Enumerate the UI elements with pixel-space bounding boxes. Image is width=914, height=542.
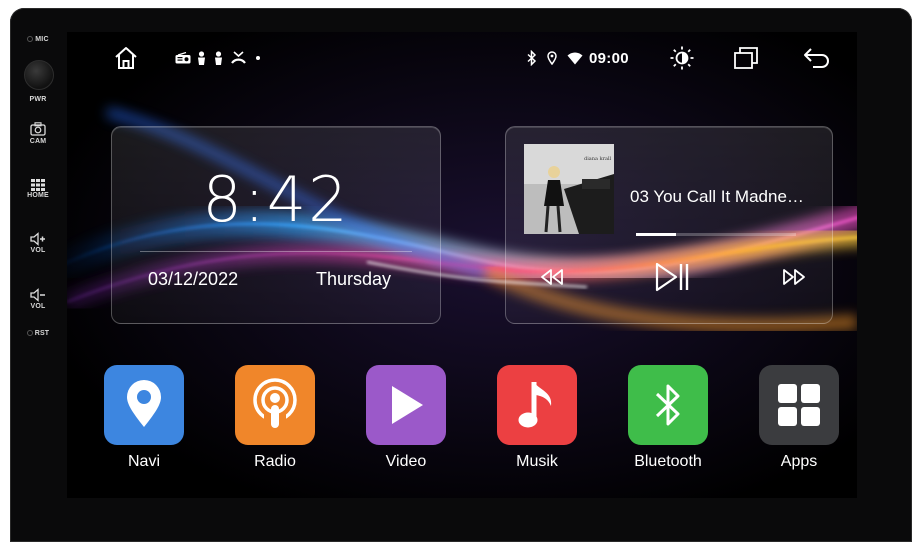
previous-track-button[interactable] [534,259,570,295]
play-pause-icon [655,262,689,292]
play-pause-button[interactable] [652,259,692,295]
fast-forward-icon [783,269,805,285]
location-icon [547,51,557,65]
notification-icons [175,32,260,84]
recent-apps-icon [734,47,758,69]
clock-date: 03/12/2022 [148,269,239,289]
app-apps-tile [759,365,839,445]
wifi-icon [567,52,583,64]
hardware-button-strip: MIC PWR CAM HOME VOL VOL RST [10,8,66,542]
reset-hole-icon [26,330,33,337]
playback-progress-bar[interactable] [636,233,796,236]
back-button[interactable] [803,32,831,84]
home-icon [115,47,137,69]
grid-icon [31,179,45,191]
album-title-lettering: diana krall [584,156,612,162]
rst-label[interactable]: RST [10,330,66,337]
bluetooth-icon [655,384,680,426]
app-navi-label: Navi [127,453,160,470]
recent-apps-button[interactable] [733,32,759,84]
grid-icon [778,384,820,426]
vol-up-label: VOL [30,247,46,254]
clock-weekday: Thursday [316,269,392,289]
app-bluetooth[interactable]: Bluetooth [628,365,708,471]
radio-icon [175,52,191,64]
clock-divider [140,251,412,252]
cam-label: CAM [29,138,47,145]
location-pin-icon [127,380,161,427]
touch-screen: 09:00 8:42 03/12/2022 Thursday diana kra… [67,32,857,498]
app-apps-label: Apps [780,453,818,470]
app-radio-tile [235,365,315,445]
clock-widget[interactable]: 8:42 03/12/2022 Thursday [111,126,441,324]
bluetooth-icon [527,50,537,66]
music-note-icon [518,382,552,428]
power-knob[interactable] [24,60,54,90]
app-video[interactable]: Video [366,365,446,471]
app-radio[interactable]: Radio [235,365,315,471]
app-navi[interactable]: Navi [104,365,184,471]
podcast-icon [253,378,297,428]
status-time: 09:00 [589,49,629,67]
album-art[interactable]: diana krall [524,144,614,234]
mic-label: MIC [10,36,66,43]
rewind-icon [541,269,563,285]
connectivity-icons: 09:00 [527,32,629,84]
play-icon [392,386,423,424]
vol-down-label: VOL [30,303,46,310]
volume-up-icon [30,232,45,246]
app-musik[interactable]: Musik [497,365,577,471]
back-icon [804,48,829,68]
media-widget: diana krall 03 You Call It Madne… [505,126,833,324]
status-bar: 09:00 [67,32,857,84]
app-video-tile [366,365,446,445]
brightness-button[interactable] [669,32,695,84]
app-apps[interactable]: Apps [759,365,839,471]
head-unit-device: MIC PWR CAM HOME VOL VOL RST 09:00 8:42 … [10,8,912,542]
next-track-button[interactable] [776,259,812,295]
brightness-icon [670,46,694,70]
clock-time: 8:42 [202,163,350,236]
home-label: HOME [27,192,49,199]
phone-missed-icon [231,51,246,64]
app-video-label: Video [385,453,427,470]
track-title: 03 You Call It Madne… [630,187,804,206]
person-icon [198,51,205,65]
camera-icon [30,122,46,136]
app-musik-label: Musik [516,453,558,470]
pwr-label: PWR [29,96,47,103]
mic-hole-icon [27,36,34,43]
playback-progress-fill [636,233,676,236]
home-button[interactable] [113,32,139,84]
app-radio-label: Radio [254,453,296,470]
app-bluetooth-label: Bluetooth [634,453,702,470]
dot-icon [256,56,260,60]
app-musik-tile [497,365,577,445]
person-icon [215,51,222,65]
volume-down-icon [30,288,45,302]
app-navi-tile [104,365,184,445]
app-bluetooth-tile [628,365,708,445]
album-art-image: diana krall [524,144,614,234]
